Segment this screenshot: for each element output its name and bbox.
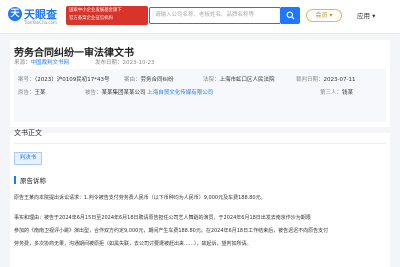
defendant-info: 被告：某某集团某某公司 上海自贸文化传媒有限公司 — [85, 88, 213, 96]
document-type-tag[interactable]: 判决书 — [14, 152, 42, 165]
defendant-name: 某某集团某某公司 — [101, 90, 146, 96]
vip-label: 会员 — [315, 12, 328, 19]
court-label: 法院： — [203, 77, 220, 83]
site-logo[interactable]: 天 天眼查 TianYanCha.com — [8, 5, 63, 29]
plaintiff-claims-title: 原告诉称 — [20, 177, 46, 185]
court-name: 上海市虹口区人民法院 — [219, 77, 275, 83]
logo-subtext: TianYanCha.com — [24, 20, 57, 25]
case-number: （2023）沪0109民初17*43号 — [34, 77, 110, 83]
defendant-company-link[interactable]: 上海自贸文化传媒有限公司 — [147, 90, 213, 96]
subtitle-marker — [14, 176, 16, 184]
search-icon — [286, 11, 295, 20]
third-party-label: 第三人： — [320, 90, 343, 96]
cause-info: 案由：劳务合同纠纷 — [124, 75, 174, 83]
facts-paragraph-line2: 参加的《南南卫视评小跳》演出型，合作双方约定9,000元，期间产生车费188.8… — [14, 228, 329, 234]
facts-paragraph-line3: 劳务费，多次协商无果，沟通期间被原拒（如黑失联，去公司讨要遭被赶出来……），故起… — [14, 241, 252, 247]
date-label: 发布日期： — [95, 60, 123, 66]
source-link[interactable]: 中国裁判文书网 — [31, 60, 70, 66]
cause-label: 案由： — [124, 77, 141, 83]
judge-date-label: 裁判日期： — [296, 77, 324, 83]
date-meta: 发布日期：2023-10-23 — [95, 58, 154, 66]
app-label: 应用 — [357, 12, 370, 20]
search-input[interactable]: 请输入公司名称、老板姓名、品牌名称等 — [149, 7, 281, 24]
parties-row: 原告：王某 — [18, 88, 46, 96]
case-cause: 劳务合同纠纷 — [140, 77, 174, 83]
section-title: 文书正文 — [14, 129, 42, 137]
plaintiff-label: 原告： — [18, 90, 35, 96]
logo-icon: 天 — [8, 7, 22, 21]
app-menu[interactable]: 应用 ▾ — [357, 10, 375, 20]
plaintiff-name: 王某 — [34, 90, 46, 96]
promo-banner[interactable]: 国家中小企业发展基金旗下 官方备案企业征信机构 — [66, 6, 148, 25]
judge-date-info: 裁判日期：2023-07-11 — [296, 75, 355, 83]
court-info: 法院：上海市虹口区人民法院 — [203, 75, 275, 83]
section-divider — [14, 143, 386, 144]
banner-line2: 官方备案企业征信机构 — [69, 16, 113, 21]
vip-button[interactable]: 会员 ▾ — [306, 9, 342, 22]
judge-date: 2023-07-11 — [323, 77, 356, 83]
page-title: 劳务合同纠纷一审法律文书 — [14, 48, 134, 59]
publish-date: 2023-10-23 — [122, 60, 155, 66]
facts-paragraph-line1: 事实和理由：被告于2024年6月15日至2024年6月18日聘请原告担任公司艺人… — [14, 215, 311, 221]
case-no-label: 案号： — [18, 77, 35, 83]
banner-line1: 国家中小企业发展基金旗下 — [69, 8, 122, 13]
search-button[interactable] — [281, 7, 300, 24]
third-party-info: 第三人：钱某 — [320, 88, 353, 96]
top-bar: 天 天眼查 TianYanCha.com 国家中小企业发展基金旗下 官方备案企业… — [0, 0, 400, 34]
third-party-name: 钱某 — [342, 90, 354, 96]
defendant-label: 被告： — [85, 90, 102, 96]
source-meta: 来源：中国裁判文书网 — [14, 58, 69, 66]
claims-paragraph: 原告王某向本院提出诉讼请求：1.判令被告支付劳务费人民币（以下币种均为人民币）9… — [14, 195, 266, 201]
source-label: 来源： — [14, 60, 31, 66]
case-info-row: 案号：（2023）沪0109民初17*43号 — [18, 75, 110, 83]
